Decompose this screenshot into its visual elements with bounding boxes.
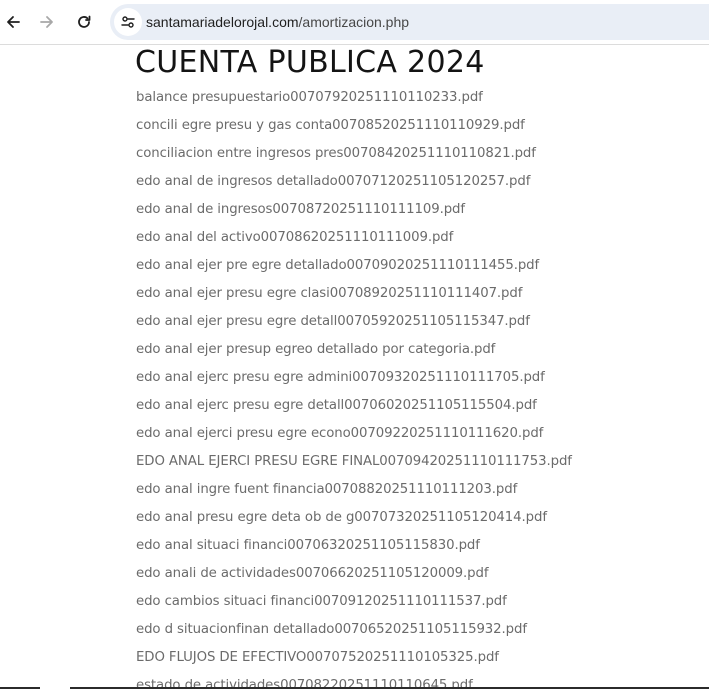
file-link[interactable]: edo anal ejer pre egre detallado00709020… <box>136 254 572 282</box>
url-host: santamariadelorojal.com <box>146 14 299 30</box>
reload-button[interactable] <box>71 9 97 35</box>
browser-toolbar: santamariadelorojal.com/amortizacion.php <box>0 0 709 45</box>
file-link[interactable]: conciliacion entre ingresos pres00708420… <box>136 142 572 170</box>
file-link[interactable]: edo anal ejerci presu egre econo00709220… <box>136 422 572 450</box>
file-link[interactable]: edo anal presu egre deta ob de g00707320… <box>136 506 572 534</box>
file-link[interactable]: edo anal ejer presu egre clasi0070892025… <box>136 282 572 310</box>
site-info-button[interactable] <box>114 8 142 36</box>
page-title: CUENTA PUBLICA 2024 <box>135 45 485 80</box>
file-link[interactable]: edo anal ejer presup egreo detallado por… <box>136 338 572 366</box>
file-list: balance presupuestario007079202511101102… <box>136 86 572 689</box>
back-button[interactable] <box>0 9 26 35</box>
arrow-right-icon <box>40 16 53 28</box>
file-link[interactable]: EDO FLUJOS DE EFECTIVO007075202511101053… <box>136 646 572 674</box>
file-link[interactable]: edo anal ejerc presu egre admini00709320… <box>136 366 572 394</box>
tune-icon <box>121 16 135 28</box>
file-link[interactable]: balance presupuestario007079202511101102… <box>136 86 572 114</box>
file-link[interactable]: edo anal de ingresos detallado0070712025… <box>136 170 572 198</box>
file-link[interactable]: edo d situacionfinan detallado0070652025… <box>136 618 572 646</box>
file-link[interactable]: edo anali de actividades0070662025110512… <box>136 562 572 590</box>
forward-button[interactable] <box>34 9 60 35</box>
file-link[interactable]: edo anal situaci financi0070632025110511… <box>136 534 572 562</box>
file-link[interactable]: EDO ANAL EJERCI PRESU EGRE FINAL00709420… <box>136 450 572 478</box>
file-link[interactable]: edo anal de ingresos00708720251110111109… <box>136 198 572 226</box>
file-link[interactable]: edo cambios situaci financi0070912025111… <box>136 590 572 618</box>
page-content: CUENTA PUBLICA 2024 balance presupuestar… <box>0 45 709 689</box>
file-link[interactable]: edo anal ejerc presu egre detall00706020… <box>136 394 572 422</box>
file-link[interactable]: edo anal del activo00708620251110111009.… <box>136 226 572 254</box>
url-path: /amortizacion.php <box>298 14 410 30</box>
file-link[interactable]: edo anal ingre fuent financia00708820251… <box>136 478 572 506</box>
file-link[interactable]: edo anal ejer presu egre detall007059202… <box>136 310 572 338</box>
arrow-left-icon <box>7 16 20 28</box>
reload-icon <box>78 15 91 28</box>
url-text[interactable]: santamariadelorojal.com/amortizacion.php <box>146 4 409 40</box>
file-link[interactable]: concili egre presu y gas conta0070852025… <box>136 114 572 142</box>
address-bar[interactable]: santamariadelorojal.com/amortizacion.php <box>110 4 709 40</box>
